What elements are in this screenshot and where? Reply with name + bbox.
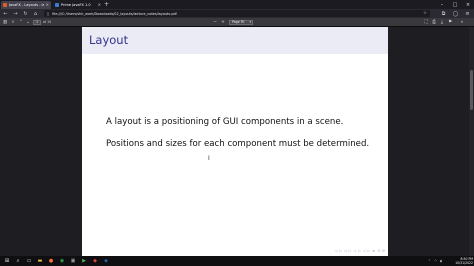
clock-date: 10/31/2022 — [455, 260, 473, 265]
menu-icon[interactable]: ≡ — [464, 10, 471, 17]
address-bar[interactable]: ▯ file:///C:/Users/shir_work/Downloads/0… — [44, 10, 430, 17]
pdf-favicon-icon — [3, 3, 7, 7]
nav-symbol[interactable]: ◁ — [344, 249, 347, 253]
terminal-icon[interactable]: ▣ — [69, 257, 77, 265]
close-tab-icon[interactable]: × — [98, 3, 101, 7]
text-cursor-icon: I — [208, 155, 210, 162]
close-icon[interactable]: × — [462, 0, 474, 9]
close-tab-icon[interactable]: × — [46, 3, 49, 7]
bookmark-star-icon[interactable]: ☆ — [423, 11, 427, 16]
zoom-select[interactable]: Page Fit ▾ — [229, 19, 253, 25]
scrollbar[interactable] — [469, 27, 474, 256]
zoom-value: Page Fit — [232, 20, 245, 24]
nav-symbol[interactable]: ↺ — [377, 249, 380, 253]
reload-icon[interactable]: ↻ — [22, 10, 29, 17]
slide-text-line: A layout is a positioning of GUI compone… — [106, 117, 344, 127]
nav-symbol[interactable]: ◁ — [363, 249, 366, 253]
nav-symbol[interactable]: ◁ — [353, 249, 356, 253]
next-page-icon[interactable]: ⌄ — [25, 19, 31, 25]
account-icon[interactable]: ◯ — [452, 10, 459, 17]
browser-window: JavaFX - Layouts - layouts.pdf × Prime J… — [0, 0, 474, 266]
home-icon[interactable]: ⌂ — [32, 10, 39, 17]
nav-symbol[interactable]: ◁ — [335, 249, 338, 253]
file-icon: ▯ — [47, 11, 50, 16]
forward-icon[interactable]: → — [12, 10, 19, 17]
media-player-icon[interactable]: ▶ — [80, 257, 88, 265]
download-icon[interactable]: ⤓ — [439, 19, 445, 25]
tab-label: JavaFX - Layouts - layouts.pdf — [9, 3, 44, 7]
zoom-out-icon[interactable]: − — [212, 19, 218, 25]
chevron-down-icon: ▾ — [249, 20, 251, 24]
nav-symbol[interactable]: ≡ — [372, 249, 375, 253]
zoom-in-icon[interactable]: + — [220, 19, 226, 25]
back-icon[interactable]: ← — [2, 10, 9, 17]
search-icon[interactable]: ⌕ — [10, 19, 16, 25]
print-icon[interactable]: ⎙ — [431, 19, 437, 25]
sidebar-icon[interactable]: ▥ — [2, 19, 8, 25]
plus-icon[interactable]: + — [104, 1, 109, 8]
minimize-icon[interactable]: – — [436, 0, 448, 9]
tab-label: Prime JavaFX 1.0 — [61, 3, 91, 7]
tab-prime-javafx[interactable]: Prime JavaFX 1.0 × — [53, 1, 103, 9]
presentation-icon[interactable]: ⛶ — [423, 19, 429, 25]
firefox-icon[interactable]: ● — [47, 257, 55, 265]
bookmark-icon[interactable]: ⚑ — [447, 19, 453, 25]
url-text: file:///C:/Users/shir_work/Downloads/02_… — [52, 11, 177, 16]
app-icon[interactable]: ◆ — [91, 257, 99, 265]
slide-title: Layout — [89, 33, 129, 47]
file-explorer-icon[interactable]: ▬ — [36, 257, 44, 265]
slide-text-line: Positions and sizes for each component m… — [106, 139, 370, 149]
scrollbar-thumb[interactable] — [470, 70, 473, 110]
nav-symbol[interactable]: ⟳ — [382, 249, 385, 253]
network-icon[interactable]: ◠ — [434, 258, 437, 265]
nav-symbol[interactable]: ▷ — [339, 249, 342, 253]
search-icon[interactable]: ⌕ — [14, 257, 22, 265]
nav-symbol[interactable]: ▷ — [358, 249, 361, 253]
extensions-icon[interactable]: ⧉ — [440, 10, 447, 17]
tools-icon[interactable]: » — [459, 19, 465, 25]
page-number-input[interactable]: 1 — [33, 19, 41, 25]
nav-symbol[interactable]: ▷ — [367, 249, 370, 253]
maximize-icon[interactable]: □ — [449, 0, 461, 9]
site-favicon-icon — [55, 3, 59, 7]
page-count: of 15 — [43, 19, 52, 24]
beamer-navigation[interactable]: ◁ ▷ ◁ ▷ ◁ ▷ ◁ ▷ ≡ ↺ ⟳ — [335, 249, 385, 253]
system-clock[interactable]: 8:50 PM 10/31/2022 — [449, 257, 473, 266]
volume-icon[interactable]: ◖ — [440, 258, 442, 265]
pdf-page: Layout A layout is a positioning of GUI … — [82, 27, 388, 256]
nav-symbol[interactable]: ▷ — [349, 249, 352, 253]
code-icon[interactable]: ◈ — [102, 257, 110, 265]
prev-page-icon[interactable]: ⌃ — [18, 19, 24, 25]
tray-chevron-icon[interactable]: ⌃ — [428, 258, 431, 265]
chrome-icon[interactable]: ◉ — [58, 257, 66, 265]
tab-layouts-pdf[interactable]: JavaFX - Layouts - layouts.pdf × — [1, 1, 51, 9]
taskview-icon[interactable]: ▭ — [25, 257, 33, 265]
windows-start-icon[interactable]: ⊞ — [3, 257, 11, 265]
